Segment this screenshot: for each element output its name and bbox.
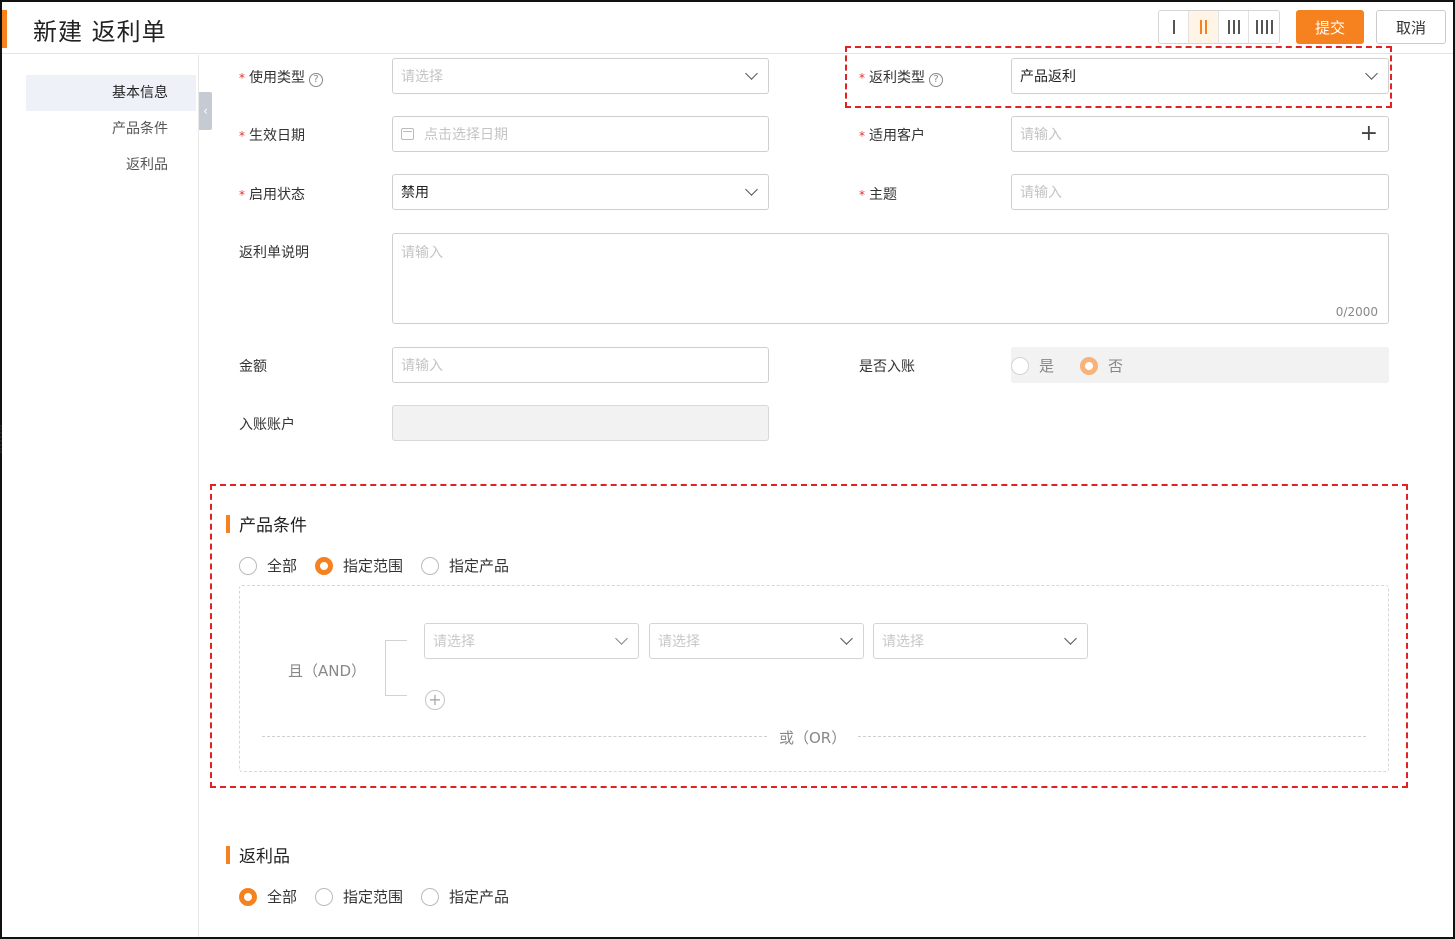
chevron-left-icon: ‹: [203, 104, 208, 118]
condition-select-1[interactable]: 请选择: [424, 623, 639, 659]
product-conditions-range-radio[interactable]: 指定范围: [315, 555, 403, 576]
rebate-goods-all-radio[interactable]: 全部: [239, 886, 297, 907]
sidebar-item-rebate-goods[interactable]: 返利品: [26, 147, 196, 183]
description-label: 返利单说明: [239, 245, 309, 261]
char-counter: 0/2000: [1335, 305, 1378, 319]
is-posted-radio-group: 是 否: [1011, 355, 1141, 376]
one-column-button[interactable]: [1159, 11, 1189, 43]
is-posted-label: 是否入账: [859, 359, 915, 375]
chevron-down-icon: [1064, 632, 1077, 645]
or-divider-left: [262, 736, 767, 737]
account-input: [392, 405, 769, 441]
sidebar-item-basic-info[interactable]: 基本信息: [26, 75, 196, 111]
three-column-icon: [1227, 20, 1240, 34]
sidebar-collapse-button[interactable]: ‹: [199, 92, 212, 130]
or-divider-right: [858, 736, 1366, 737]
product-conditions-title: 产品条件: [226, 511, 307, 536]
rebate-goods-range-radio[interactable]: 指定范围: [315, 886, 403, 907]
and-bracket: [385, 640, 407, 696]
submit-button[interactable]: 提交: [1296, 10, 1364, 44]
two-column-icon: [1200, 20, 1207, 34]
two-column-button[interactable]: [1189, 11, 1219, 43]
description-textarea[interactable]: 请输入 0/2000: [392, 233, 1389, 324]
one-column-icon: [1172, 20, 1175, 34]
effective-date-picker[interactable]: 点击选择日期: [392, 116, 769, 152]
section-accent-bar: [226, 845, 230, 864]
chevron-down-icon: [745, 67, 758, 80]
rebate-goods-title: 返利品: [226, 842, 290, 867]
sidebar: [2, 55, 199, 937]
account-label: 入账账户: [239, 417, 295, 433]
condition-select-2[interactable]: 请选择: [649, 623, 864, 659]
rebate-goods-radio-group: 全部 指定范围 指定产品: [239, 886, 527, 907]
or-label: 或（OR）: [779, 729, 847, 747]
rebate-goods-product-radio[interactable]: 指定产品: [421, 886, 509, 907]
applicable-customer-label: * 适用客户: [859, 128, 925, 144]
chevron-down-icon: [615, 632, 628, 645]
chevron-down-icon: [840, 632, 853, 645]
page-title: 新建 返利单: [33, 18, 167, 46]
three-column-button[interactable]: [1219, 11, 1249, 43]
sidebar-item-product-conditions[interactable]: 产品条件: [26, 111, 196, 147]
is-posted-no-radio[interactable]: 否: [1080, 355, 1123, 376]
four-column-button[interactable]: [1249, 11, 1279, 43]
section-accent-bar: [226, 514, 230, 533]
amount-input[interactable]: 请输入: [392, 347, 769, 383]
subject-input[interactable]: 请输入: [1011, 174, 1389, 210]
rebate-type-highlight: [845, 46, 1392, 108]
condition-select-3[interactable]: 请选择: [873, 623, 1088, 659]
is-posted-yes-radio[interactable]: 是: [1011, 355, 1054, 376]
help-icon[interactable]: ?: [309, 73, 323, 87]
cancel-button[interactable]: 取消: [1376, 10, 1446, 44]
applicable-customer-input[interactable]: 请输入 +: [1011, 116, 1389, 152]
plus-icon[interactable]: +: [1360, 123, 1378, 145]
chevron-down-icon: [745, 183, 758, 196]
calendar-icon: [401, 128, 414, 140]
four-column-icon: [1255, 20, 1273, 34]
usage-type-select[interactable]: 请选择: [392, 58, 769, 94]
subject-label: * 主题: [859, 187, 897, 203]
status-label: * 启用状态: [239, 187, 305, 203]
column-layout-switch: [1158, 10, 1280, 44]
product-conditions-radio-group: 全部 指定范围 指定产品: [239, 555, 527, 576]
usage-type-label: * 使用类型?: [239, 67, 323, 87]
and-label: 且（AND）: [288, 662, 367, 680]
effective-date-label: * 生效日期: [239, 128, 305, 144]
add-condition-icon[interactable]: +: [425, 690, 445, 710]
amount-label: 金额: [239, 359, 267, 375]
product-conditions-product-radio[interactable]: 指定产品: [421, 555, 509, 576]
status-select[interactable]: 禁用: [392, 174, 769, 210]
product-conditions-all-radio[interactable]: 全部: [239, 555, 297, 576]
title-accent-bar: [2, 10, 7, 48]
